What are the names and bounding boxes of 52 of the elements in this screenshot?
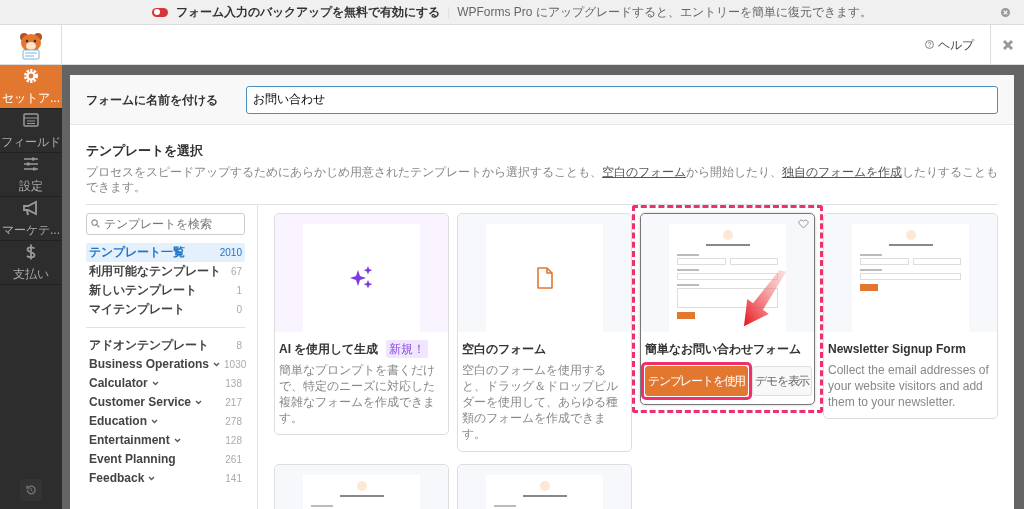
- gear-icon: [22, 66, 40, 85]
- megaphone-icon: [22, 198, 40, 217]
- history-icon[interactable]: [20, 479, 42, 501]
- card-title: AI を使用して生成: [279, 340, 379, 358]
- search-field[interactable]: テンプレートを検索: [86, 212, 245, 235]
- section-title: テンプレートを選択: [86, 142, 204, 160]
- help-link[interactable]: ヘルプ: [925, 25, 974, 64]
- category-item[interactable]: Entertainment 128: [86, 430, 245, 450]
- notice-link[interactable]: フォーム入力のバックアップを無料で有効にする: [176, 3, 441, 21]
- category-item[interactable]: アドオンテンプレート 8: [86, 335, 245, 355]
- template-card[interactable]: 簡単なお問い合わせフォーム テンプレートを使用 デモを表示: [640, 212, 815, 405]
- card-description: Collect the email addresses of your website visitors and add them to your newsletter.: [828, 361, 990, 411]
- category-item[interactable]: Customer Service 217: [86, 392, 245, 412]
- category-item[interactable]: マイテンプレート 0: [86, 299, 245, 319]
- form-fields-icon: [22, 110, 40, 129]
- new-badge: 新規！: [386, 339, 429, 358]
- category-item[interactable]: Business Operations 1030: [86, 354, 245, 374]
- card-description: 簡単なプロンプトを書くだけで、特定のニーズに対応した複雑なフォームを作成できます。: [279, 361, 436, 427]
- close-icon[interactable]: [1001, 8, 1010, 17]
- category-item[interactable]: Calculator 138: [86, 373, 245, 393]
- help-icon: [925, 40, 934, 49]
- chevron-icon: [213, 361, 221, 367]
- document-icon: [535, 265, 554, 290]
- card-description: 空白のフォームを使用すると、ドラッグ＆ドロップビルダーを使用して、あらゆる種類のフォームを作成できます。: [462, 361, 619, 443]
- inline-link[interactable]: 空白のフォーム: [602, 164, 686, 179]
- category-item[interactable]: テンプレート一覧 2010: [86, 242, 245, 262]
- template-card[interactable]: Newsletter Signup Form Collect the email addresses of your website visitors and add them to your newsletter.: [823, 212, 998, 420]
- card-title: 簡単なお問い合わせフォーム: [645, 340, 801, 358]
- view-demo-button[interactable]: デモを表示: [752, 365, 813, 396]
- category-item[interactable]: 利用可能なテンプレート 67: [86, 261, 245, 281]
- card-title: 空白のフォーム: [462, 340, 546, 358]
- template-card[interactable]: AI を使用して生成 新規！ 簡単なプロンプトを書くだけで、特定のニーズに対応した複雑なフォームを作成できます。: [274, 212, 449, 436]
- search-icon: [91, 219, 100, 229]
- category-item[interactable]: Education 278: [86, 411, 245, 431]
- card-title: Newsletter Signup Form: [828, 340, 967, 358]
- category-item[interactable]: Feedback 141: [86, 468, 245, 488]
- form-name-field[interactable]: お問い合わせ: [246, 85, 998, 114]
- inline-link[interactable]: 独自のフォームを作成: [782, 164, 902, 179]
- toggle-switch[interactable]: [152, 7, 169, 17]
- chevron-icon: [173, 437, 181, 443]
- section-description: プロセスをスピードアップするためにあらかじめ用意されたテンプレートから選択することも、空白のフォームから開始したり、独自のフォームを作成したりすることもできます。: [86, 164, 998, 205]
- category-item[interactable]: Event Planning 261: [86, 449, 245, 469]
- heart-icon[interactable]: [798, 218, 809, 229]
- chevron-icon: [151, 418, 158, 424]
- category-item[interactable]: 新しいテンプレート 1: [86, 280, 245, 300]
- chevron-icon: [195, 399, 203, 405]
- chevron-icon: [148, 475, 156, 481]
- notice-message: WPForms Pro にアップグレードすると、エントリーを簡単に復元できます。: [457, 4, 872, 21]
- chevron-icon: [151, 380, 159, 386]
- close-icon[interactable]: [1001, 38, 1014, 51]
- template-card[interactable]: 空白のフォーム 空白のフォームを使用すると、ドラッグ＆ドロップビルダーを使用して、あらゆる種類のフォームを作成できます。: [457, 212, 632, 452]
- form-name-label: フォームに名前を付ける: [86, 91, 219, 109]
